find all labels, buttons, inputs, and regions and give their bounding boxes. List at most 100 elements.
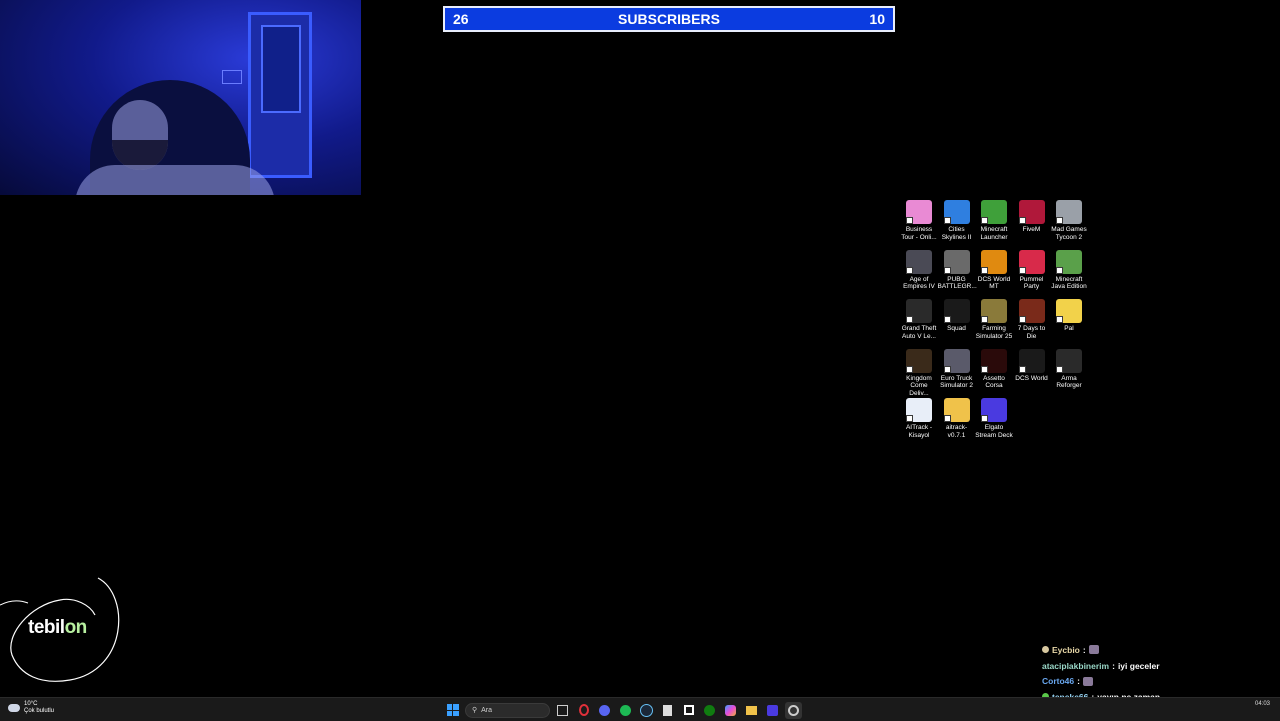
farming-simulator-icon bbox=[981, 299, 1007, 323]
obs-icon bbox=[788, 704, 799, 716]
shortcut-arrow-icon bbox=[1018, 365, 1026, 373]
pubg-icon bbox=[943, 249, 970, 274]
weather-temp: 10°C bbox=[24, 701, 38, 707]
opera-icon bbox=[578, 704, 589, 716]
taskbar: 10°C Çok bulutlu ⚲ Ara 04:03 bbox=[0, 697, 1280, 721]
xbox-app[interactable] bbox=[701, 702, 718, 719]
desktop-icon-label: Minecraft Java Edition bbox=[1051, 275, 1087, 291]
search-placeholder: Ara bbox=[481, 706, 493, 714]
discord-app[interactable] bbox=[596, 702, 613, 719]
discord-icon bbox=[599, 704, 610, 716]
desktop-icon-farming-simulator[interactable]: Farming Simulator 25 bbox=[975, 299, 1013, 345]
task-view-icon bbox=[557, 704, 568, 716]
file-explorer-app[interactable] bbox=[743, 702, 760, 719]
system-tray-clock[interactable]: 04:03 bbox=[1230, 701, 1270, 708]
desktop-icon-label: 7 Days to Die bbox=[1017, 325, 1046, 340]
shortcut-arrow-icon bbox=[943, 365, 951, 373]
desktop-icon-label: Mad Games Tycoon 2 bbox=[1051, 226, 1087, 241]
desktop-icon-assetto-corsa[interactable]: Assetto Corsa bbox=[975, 348, 1013, 395]
desktop-icon-pubg[interactable]: PUBG BATTLEGR... bbox=[937, 249, 977, 296]
desktop-icon-minecraft-launcher[interactable]: Minecraft Launcher bbox=[975, 200, 1013, 246]
start-button[interactable] bbox=[444, 702, 461, 719]
desktop-icon-gta-v[interactable]: Grand Theft Auto V Le... bbox=[900, 299, 938, 345]
aitrack-shortcut-icon bbox=[906, 398, 932, 422]
obs-app[interactable] bbox=[785, 701, 802, 719]
minecraft-launcher-icon bbox=[981, 200, 1007, 224]
desktop-icon-dcs-world-mt[interactable]: DCS World MT bbox=[975, 249, 1013, 296]
desktop-icon-label: aitrack-v0.7.1 bbox=[945, 424, 968, 439]
arma-reforger-icon bbox=[1056, 348, 1082, 373]
fivem-icon bbox=[1018, 200, 1045, 224]
desktop-icon-label: Arma Reforger bbox=[1056, 374, 1082, 390]
chat-username: Eycbio bbox=[1052, 644, 1080, 655]
chat-emote-icon bbox=[1082, 676, 1093, 686]
desktop-icon-fivem[interactable]: FiveM bbox=[1013, 200, 1051, 246]
desktop-icon-euro-truck[interactable]: Euro Truck Simulator 2 bbox=[938, 348, 976, 395]
desktop-icon-aitrack-folder[interactable]: aitrack-v0.7.1 bbox=[938, 398, 976, 444]
kingdom-come-icon bbox=[906, 348, 932, 373]
desktop-icon-kingdom-come[interactable]: Kingdom Come Deliv... bbox=[900, 348, 938, 397]
cities-skylines-icon bbox=[943, 200, 970, 224]
desktop-icon-pal[interactable]: Pal bbox=[1050, 299, 1088, 345]
weather-widget[interactable]: 10°C Çok bulutlu bbox=[8, 701, 54, 715]
spotify-icon bbox=[620, 704, 631, 716]
webcam-door bbox=[248, 12, 312, 178]
desktop-icon-label: DCS World bbox=[1015, 374, 1048, 382]
steam-icon bbox=[640, 703, 653, 717]
desktop-icon-label: Kingdom Come Deliv... bbox=[906, 374, 932, 397]
epic-games-icon bbox=[663, 704, 672, 716]
logo-wordmark: tebilon bbox=[28, 617, 87, 638]
desktop-icon-arma-reforger[interactable]: Arma Reforger bbox=[1050, 348, 1088, 395]
desktop-icon-dcs-world[interactable]: DCS World bbox=[1013, 348, 1051, 395]
stream-deck-app[interactable] bbox=[764, 702, 781, 719]
taskbar-search[interactable]: ⚲ Ara bbox=[465, 702, 550, 718]
channel-logo: tebilon bbox=[0, 575, 130, 685]
desktop-icon-grid: Business Tour - Onli... Cities Skylines I… bbox=[900, 200, 1090, 446]
desktop-icon-age-of-empires[interactable]: Age of Empires IV bbox=[900, 249, 938, 296]
desktop-icon-7-days-to-die[interactable]: 7 Days to Die bbox=[1013, 299, 1051, 345]
task-view-button[interactable] bbox=[554, 702, 571, 719]
shortcut-arrow-icon bbox=[906, 217, 913, 224]
desktop-icon-label: Minecraft Launcher bbox=[980, 226, 1008, 241]
pal-icon bbox=[1056, 299, 1082, 323]
desktop-icon-label: Euro Truck Simulator 2 bbox=[940, 374, 973, 390]
shortcut-arrow-icon bbox=[906, 316, 913, 323]
shortcut-arrow-icon bbox=[1018, 217, 1026, 224]
epic-games-app[interactable] bbox=[659, 702, 676, 719]
chat-badge-icon bbox=[1042, 646, 1049, 654]
desktop-icon-elgato-stream-deck[interactable]: Elgato Stream Deck bbox=[975, 398, 1013, 444]
shortcut-arrow-icon bbox=[906, 415, 913, 422]
desktop-icon-label: PUBG BATTLEGR... bbox=[937, 275, 977, 291]
desktop-icon-cities-skylines[interactable]: Cities Skylines II bbox=[938, 200, 976, 246]
copilot-app[interactable] bbox=[722, 702, 739, 719]
shortcut-arrow-icon bbox=[943, 266, 951, 274]
7-days-to-die-icon bbox=[1018, 299, 1045, 323]
shortcut-arrow-icon bbox=[906, 365, 913, 373]
shortcut-arrow-icon bbox=[1056, 365, 1063, 373]
desktop-icon-squad[interactable]: Squad bbox=[938, 299, 976, 345]
steam-app[interactable] bbox=[638, 702, 655, 719]
clock-time: 04:03 bbox=[1254, 701, 1270, 707]
desktop-icon-aitrack-shortcut[interactable]: AITrack - Kisayol bbox=[900, 398, 938, 444]
chat-message: Corto46: bbox=[1042, 673, 1280, 689]
desktop-icon-mad-games-tycoon[interactable]: Mad Games Tycoon 2 bbox=[1050, 200, 1088, 246]
shortcut-arrow-icon bbox=[1018, 316, 1026, 323]
desktop-icon-label: Elgato Stream Deck bbox=[975, 424, 1013, 439]
folder-icon bbox=[746, 705, 757, 715]
euro-truck-icon bbox=[943, 348, 970, 373]
shortcut-arrow-icon bbox=[943, 217, 951, 224]
shortcut-arrow-icon bbox=[943, 415, 951, 422]
desktop-icon-business-tour[interactable]: Business Tour - Onli... bbox=[900, 200, 938, 246]
desktop-icon-label: Farming Simulator 25 bbox=[975, 325, 1013, 340]
windows-icon bbox=[446, 704, 459, 716]
chat-separator: : bbox=[1077, 676, 1080, 687]
desktop-icon-minecraft-java[interactable]: Minecraft Java Edition bbox=[1050, 249, 1088, 296]
age-of-empires-icon bbox=[906, 249, 932, 274]
spotify-app[interactable] bbox=[617, 702, 634, 719]
capcut-app[interactable] bbox=[680, 702, 697, 719]
desktop-icon-label: DCS World MT bbox=[977, 275, 1011, 291]
opera-app[interactable] bbox=[575, 702, 592, 719]
desktop-icon-pummel-party[interactable]: Pummel Party bbox=[1013, 249, 1051, 296]
shortcut-arrow-icon bbox=[981, 266, 988, 274]
shortcut-arrow-icon bbox=[981, 217, 988, 224]
